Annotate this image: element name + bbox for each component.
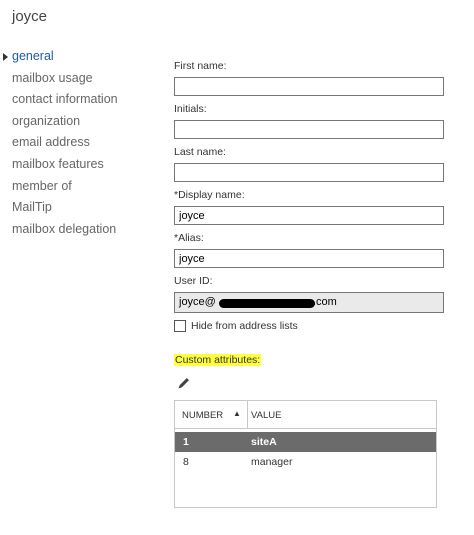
cell-number: 1 [183, 436, 189, 448]
hide-from-lists-row[interactable]: Hide from address lists [174, 320, 444, 332]
custom-attributes-table: NUMBER ▲ VALUE 1 siteA 8 manager [174, 400, 437, 508]
nav-item-member-of[interactable]: member of [12, 176, 118, 198]
nav-item-mailbox-features[interactable]: mailbox features [12, 154, 118, 176]
nav-item-mailbox-delegation[interactable]: mailbox delegation [12, 219, 118, 241]
last-name-label: Last name: [174, 146, 226, 158]
last-name-field[interactable] [174, 163, 444, 182]
general-form: First name: Initials: Last name: *Displa… [174, 60, 444, 332]
nav-item-contact-information[interactable]: contact information [12, 89, 118, 111]
user-id-label: User ID: [174, 275, 213, 287]
first-name-label: First name: [174, 60, 227, 72]
side-nav: general mailbox usage contact informatio… [3, 46, 118, 241]
display-name-label: *Display name: [174, 189, 245, 201]
hide-from-lists-checkbox[interactable] [174, 320, 186, 332]
display-name-field[interactable] [174, 206, 444, 225]
user-id-field[interactable]: joyce@ .com [174, 292, 444, 313]
nav-item-mailbox-usage[interactable]: mailbox usage [12, 68, 118, 90]
nav-item-label: general [12, 49, 54, 63]
initials-label: Initials: [174, 103, 207, 115]
redaction-mark [219, 299, 315, 308]
hide-from-lists-label: Hide from address lists [191, 320, 298, 332]
alias-field[interactable] [174, 249, 444, 268]
column-header-value[interactable]: VALUE [251, 410, 281, 421]
nav-item-organization[interactable]: organization [12, 111, 118, 133]
table-header: NUMBER ▲ VALUE [175, 401, 436, 429]
table-row[interactable]: 8 manager [175, 452, 436, 472]
user-id-suffix: .com [313, 296, 337, 308]
initials-field[interactable] [174, 120, 444, 139]
alias-label: *Alias: [174, 232, 204, 244]
first-name-field[interactable] [174, 77, 444, 96]
cell-value: siteA [251, 436, 277, 448]
cell-number: 8 [183, 456, 189, 468]
sort-ascending-icon[interactable]: ▲ [233, 409, 241, 418]
table-row[interactable]: 1 siteA [175, 432, 436, 452]
nav-item-mailtip[interactable]: MailTip [12, 197, 118, 219]
pencil-icon[interactable] [176, 375, 192, 391]
column-divider [247, 401, 248, 428]
nav-item-email-address[interactable]: email address [12, 132, 118, 154]
user-id-prefix: joyce@ [179, 296, 216, 308]
window-title: joyce [12, 8, 48, 25]
column-header-number[interactable]: NUMBER [182, 410, 223, 421]
cell-value: manager [251, 456, 293, 468]
caret-right-icon [3, 53, 8, 61]
nav-item-general[interactable]: general [3, 46, 118, 68]
custom-attributes-title: Custom attributes: [174, 354, 262, 366]
